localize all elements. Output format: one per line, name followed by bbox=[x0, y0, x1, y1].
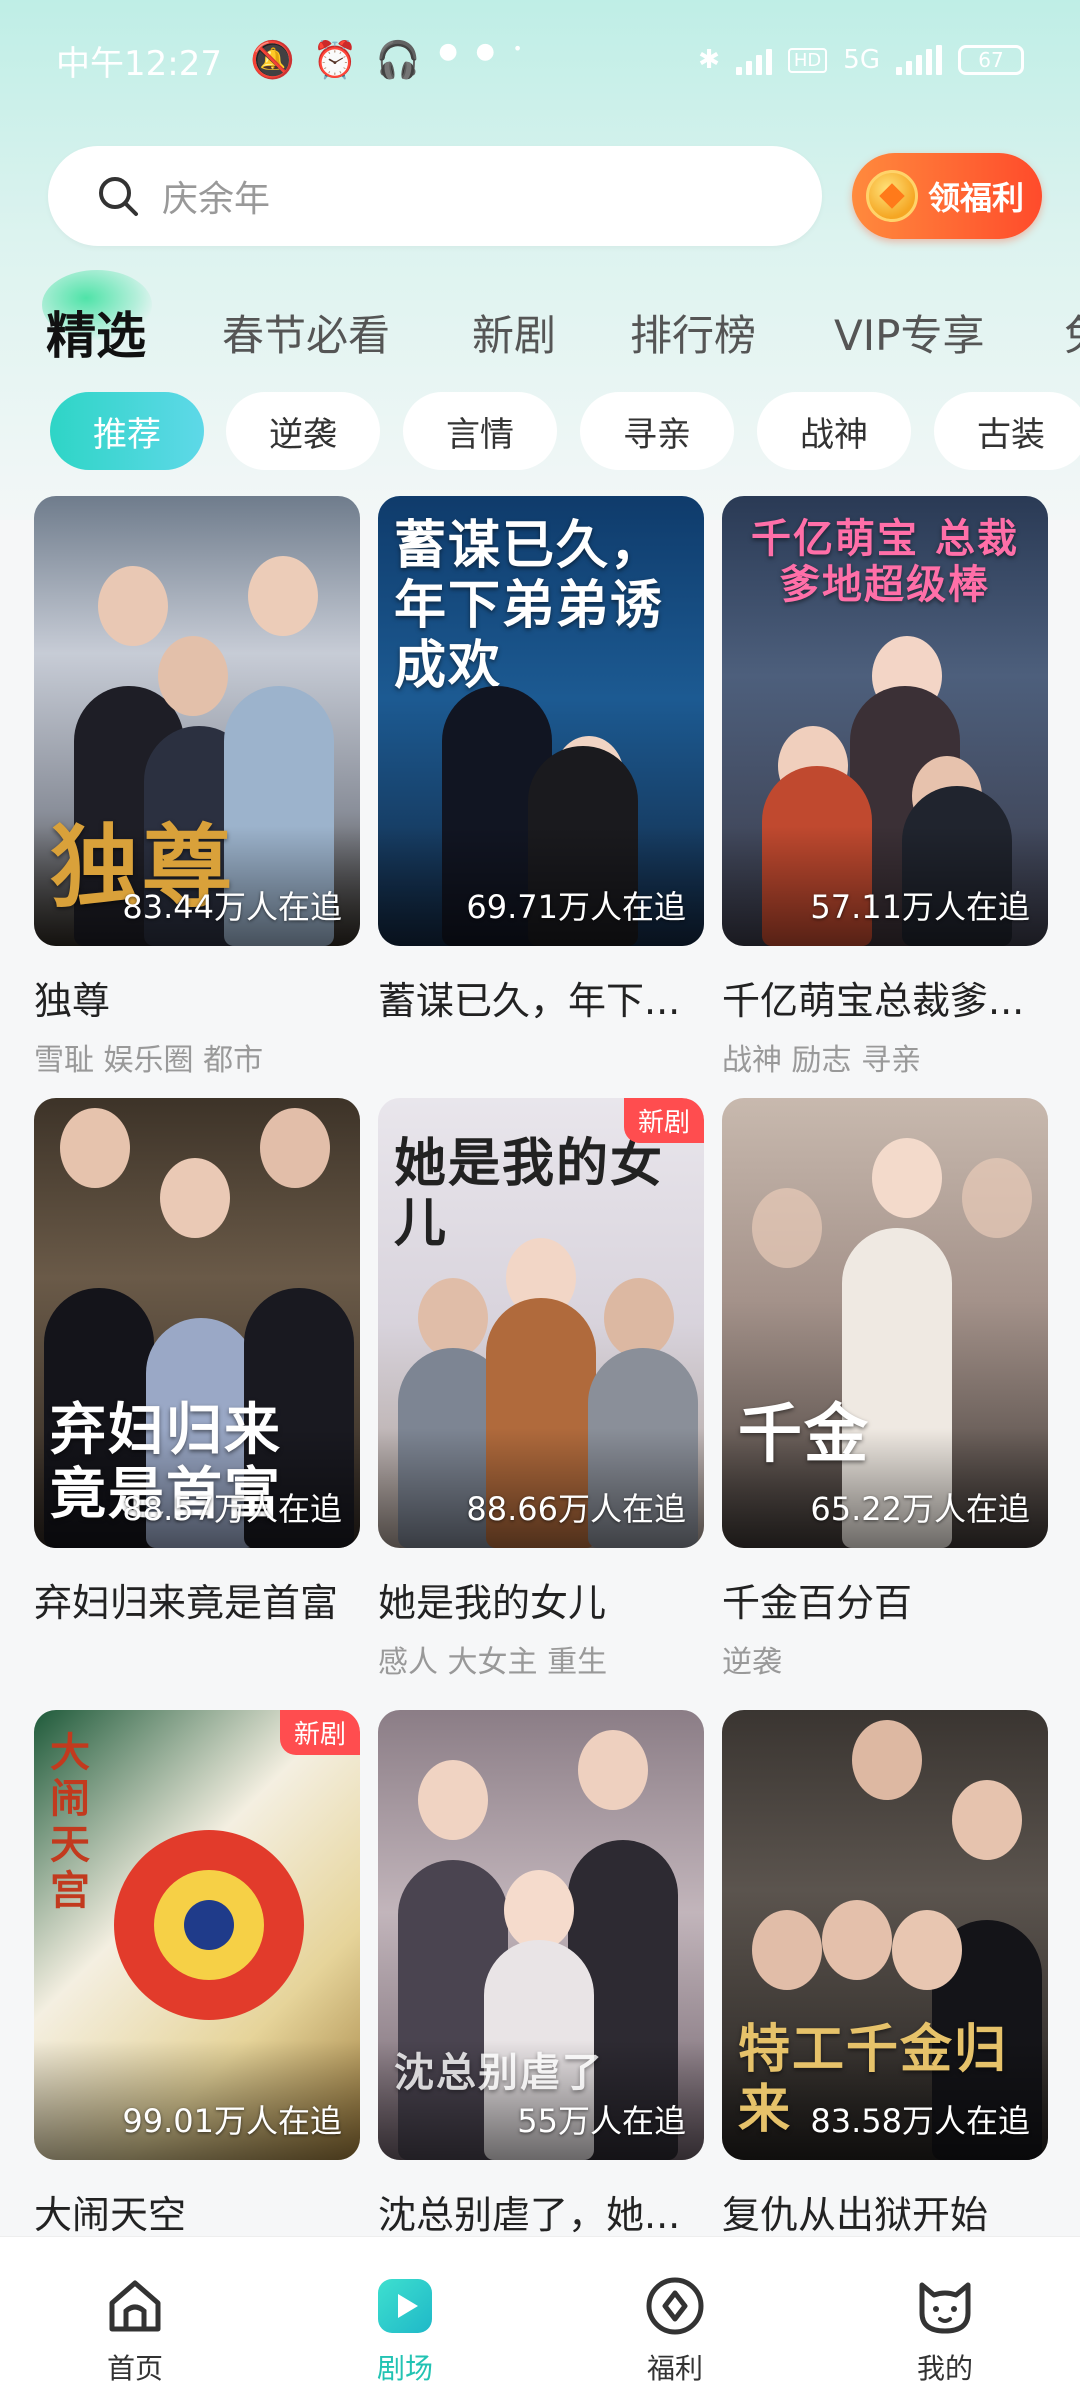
chip-war-god[interactable]: 战神 bbox=[757, 392, 911, 470]
drama-tags: 感人 大女主 重生 bbox=[378, 1645, 608, 1680]
drama-card[interactable]: 她是我的女儿 新剧 88.66万人在追 她是我的女儿 感人 大女主 重生 bbox=[378, 1098, 704, 1681]
search-row: 庆余年 领福利 bbox=[48, 146, 1048, 246]
poster-title-art: 沈总别虐了 bbox=[394, 2049, 604, 2096]
chip-family-search[interactable]: 寻亲 bbox=[580, 392, 734, 470]
nav-home[interactable]: 首页 bbox=[0, 2237, 270, 2400]
headphones-icon: 🎧 bbox=[375, 40, 421, 81]
more-dot-icon: • bbox=[512, 39, 523, 58]
drama-poster[interactable]: 千亿萌宝 总裁爹地超级棒 57.11万人在追 bbox=[722, 496, 1048, 946]
status-bar: 中午12:27 🔕 ⏰ 🎧 ● ● • ✱ HD 5G 67 bbox=[0, 0, 1080, 120]
welfare-button-label: 领福利 bbox=[928, 179, 1025, 217]
poster-title-art: 千金 bbox=[738, 1397, 870, 1472]
follower-count: 99.01万人在追 bbox=[122, 2102, 342, 2140]
tab-vip[interactable]: VIP专享 bbox=[834, 296, 984, 376]
follower-count: 65.22万人在追 bbox=[810, 1490, 1030, 1528]
alarm-icon: ⏰ bbox=[312, 40, 358, 81]
drama-title: 她是我的女儿 bbox=[378, 1581, 607, 1625]
battery-level: 67 bbox=[978, 48, 1004, 72]
chip-comeback[interactable]: 逆袭 bbox=[226, 392, 380, 470]
play-icon bbox=[378, 2279, 432, 2333]
follower-count: 83.58万人在追 bbox=[810, 2102, 1030, 2140]
category-tabs: 精选 春节必看 新剧 排行榜 VIP专享 免 bbox=[0, 296, 1080, 376]
app-notification-icon: ● bbox=[438, 39, 458, 64]
status-time: 中午12:27 bbox=[56, 43, 222, 84]
nav-profile-label: 我的 bbox=[916, 2352, 973, 2385]
drama-poster[interactable]: 蓄谋已久，年下弟弟诱成欢 69.71万人在追 bbox=[378, 496, 704, 946]
drama-poster[interactable]: 她是我的女儿 新剧 88.66万人在追 bbox=[378, 1098, 704, 1548]
chip-costume[interactable]: 古装 bbox=[934, 392, 1080, 470]
battery-icon: 67 bbox=[958, 45, 1024, 75]
drama-card[interactable]: 独尊 83.44万人在追 独尊 雪耻 娱乐圈 都市 bbox=[34, 496, 360, 1079]
nav-welfare[interactable]: 福利 bbox=[540, 2237, 810, 2400]
follower-count: 88.57万人在追 bbox=[122, 1490, 342, 1528]
drama-title: 蓄谋已久，年下... bbox=[378, 979, 681, 1023]
drama-card[interactable]: 沈总别虐了 55万人在追 沈总别虐了，她... bbox=[378, 1710, 704, 2239]
nav-profile[interactable]: 我的 bbox=[810, 2237, 1080, 2400]
follower-count: 55万人在追 bbox=[517, 2102, 686, 2140]
nav-welfare-label: 福利 bbox=[646, 2352, 703, 2385]
chip-recommended[interactable]: 推荐 bbox=[50, 392, 204, 470]
drama-poster[interactable]: 沈总别虐了 55万人在追 bbox=[378, 1710, 704, 2160]
drama-card[interactable]: 特工千金归来 83.58万人在追 复仇从出狱开始 bbox=[722, 1710, 1048, 2239]
drama-title: 千亿萌宝总裁爹... bbox=[722, 979, 1025, 1023]
coin-icon bbox=[866, 170, 918, 222]
app-notification-icon-2: ● bbox=[475, 39, 495, 64]
drama-tags: 雪耻 娱乐圈 都市 bbox=[34, 1043, 264, 1078]
drama-tags: 逆袭 bbox=[722, 1645, 782, 1680]
tab-featured[interactable]: 精选 bbox=[46, 296, 146, 376]
follower-count: 57.11万人在追 bbox=[810, 888, 1030, 926]
mute-bell-icon: 🔕 bbox=[249, 40, 295, 81]
drama-card[interactable]: 千金 65.22万人在追 千金百分百 逆袭 bbox=[722, 1098, 1048, 1681]
nav-theater-label: 剧场 bbox=[376, 2352, 433, 2385]
nav-theater[interactable]: 剧场 bbox=[270, 2237, 540, 2400]
tab-free[interactable]: 免 bbox=[1064, 296, 1080, 376]
signal-icon bbox=[735, 45, 772, 75]
signal-icon-2 bbox=[896, 45, 942, 75]
drama-card[interactable]: 弃妇归来 竟是首富 88.57万人在追 弃妇归来竟是首富 bbox=[34, 1098, 360, 1637]
network-type: 5G bbox=[843, 45, 880, 75]
drama-poster[interactable]: 弃妇归来 竟是首富 88.57万人在追 bbox=[34, 1098, 360, 1548]
poster-title-art: 大闹天宫 bbox=[50, 1729, 92, 1914]
search-input[interactable]: 庆余年 bbox=[48, 146, 822, 246]
welfare-button[interactable]: 领福利 bbox=[852, 153, 1042, 239]
drama-title: 大闹天空 bbox=[34, 2193, 187, 2237]
tab-new-drama[interactable]: 新剧 bbox=[472, 296, 556, 376]
drama-title: 沈总别虐了，她... bbox=[378, 2193, 681, 2237]
home-icon bbox=[109, 2280, 161, 2332]
drama-title: 复仇从出狱开始 bbox=[722, 2193, 989, 2237]
drama-title: 千金百分百 bbox=[722, 1581, 913, 1625]
tab-ranking[interactable]: 排行榜 bbox=[630, 296, 756, 376]
bottom-navigation: 首页 剧场 福利 我的 bbox=[0, 2236, 1080, 2400]
bluetooth-icon: ✱ bbox=[698, 45, 720, 75]
new-badge: 新剧 bbox=[623, 1098, 704, 1143]
drama-tags: 战神 励志 寻亲 bbox=[722, 1043, 922, 1078]
drama-poster[interactable]: 独尊 83.44万人在追 bbox=[34, 496, 360, 946]
tab-spring-festival[interactable]: 春节必看 bbox=[222, 296, 390, 376]
poster-title-art: 蓄谋已久，年下弟弟诱成欢 bbox=[394, 515, 665, 696]
follower-count: 88.66万人在追 bbox=[466, 1490, 686, 1528]
search-icon bbox=[96, 174, 140, 218]
drama-card[interactable]: 千亿萌宝 总裁爹地超级棒 57.11万人在追 千亿萌宝总裁爹... 战神 励志 … bbox=[722, 496, 1048, 1079]
poster-title-art: 她是我的女儿 bbox=[394, 1133, 665, 1254]
drama-title: 独尊 bbox=[34, 979, 111, 1023]
drama-poster[interactable]: 特工千金归来 83.58万人在追 bbox=[722, 1710, 1048, 2160]
search-placeholder: 庆余年 bbox=[162, 179, 271, 220]
cat-profile-icon bbox=[919, 2282, 971, 2334]
drama-poster[interactable]: 千金 65.22万人在追 bbox=[722, 1098, 1048, 1548]
welfare-icon bbox=[646, 2277, 704, 2335]
drama-card[interactable]: 蓄谋已久，年下弟弟诱成欢 69.71万人在追 蓄谋已久，年下... bbox=[378, 496, 704, 1035]
follower-count: 69.71万人在追 bbox=[466, 888, 686, 926]
nav-home-label: 首页 bbox=[106, 2352, 163, 2385]
drama-poster[interactable]: 大闹天宫 新剧 99.01万人在追 bbox=[34, 1710, 360, 2160]
follower-count: 83.44万人在追 bbox=[122, 888, 342, 926]
new-badge: 新剧 bbox=[279, 1710, 360, 1755]
hd-icon: HD bbox=[787, 47, 828, 73]
drama-card[interactable]: 大闹天宫 新剧 99.01万人在追 大闹天空 bbox=[34, 1710, 360, 2239]
chip-romance[interactable]: 言情 bbox=[403, 392, 557, 470]
poster-title-art: 千亿萌宝 总裁爹地超级棒 bbox=[751, 515, 1019, 608]
drama-title: 弃妇归来竟是首富 bbox=[34, 1581, 339, 1625]
